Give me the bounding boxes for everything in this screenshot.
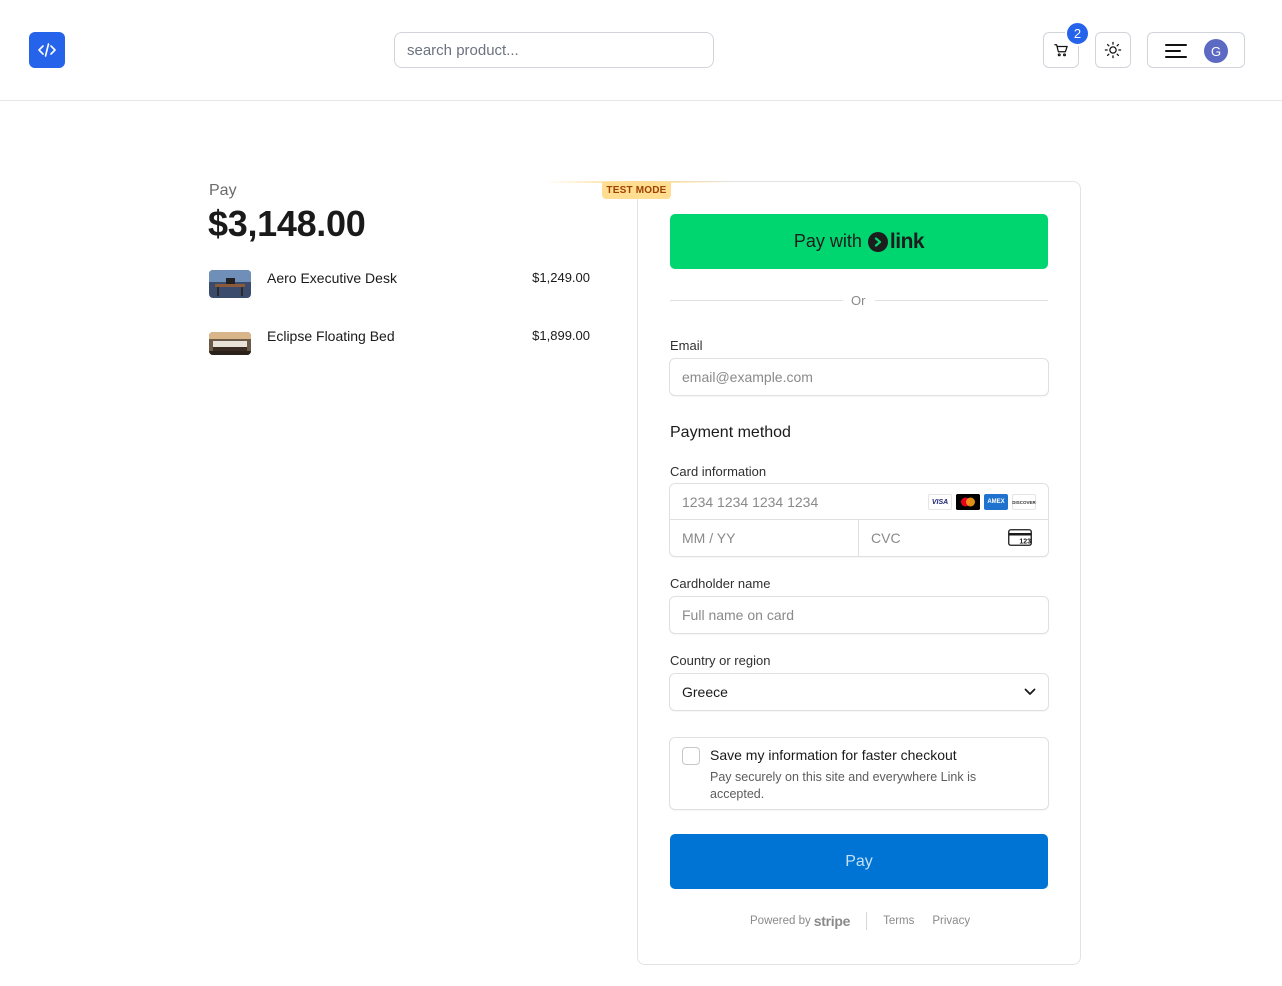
cvc-card-icon: 123 bbox=[1008, 529, 1032, 546]
sun-icon bbox=[1104, 41, 1122, 59]
divider bbox=[670, 300, 843, 301]
save-info-description: Pay securely on this site and everywhere… bbox=[710, 770, 977, 801]
cardholder-name-field[interactable] bbox=[669, 596, 1049, 634]
total-amount: $3,148.00 bbox=[208, 203, 366, 244]
save-info-checkbox[interactable] bbox=[682, 747, 700, 765]
test-mode-badge: TEST MODE bbox=[602, 182, 671, 199]
avatar: G bbox=[1204, 39, 1228, 63]
stripe-footer: Powered by stripe Terms Privacy bbox=[750, 912, 988, 930]
link-arrow-icon bbox=[867, 231, 888, 252]
item-name: Eclipse Floating Bed bbox=[267, 328, 395, 344]
terms-link[interactable]: Terms bbox=[883, 915, 914, 927]
country-select[interactable]: Greece bbox=[669, 673, 1049, 711]
item-price: $1,249.00 bbox=[532, 270, 590, 285]
list-item: Aero Executive Desk $1,249.00 bbox=[209, 270, 590, 300]
email-field[interactable] bbox=[669, 358, 1049, 396]
pay-label: Pay bbox=[209, 182, 237, 199]
list-item: Eclipse Floating Bed $1,899.00 bbox=[209, 328, 590, 358]
item-price: $1,899.00 bbox=[532, 328, 590, 343]
search-input[interactable] bbox=[394, 32, 714, 68]
stripe-logo[interactable]: stripe bbox=[814, 913, 851, 929]
chevron-down-icon bbox=[1024, 688, 1036, 695]
mastercard-icon bbox=[956, 494, 980, 510]
pay-button[interactable]: Pay bbox=[670, 834, 1048, 889]
theme-toggle-button[interactable] bbox=[1095, 32, 1131, 68]
save-info-box: Save my information for faster checkout … bbox=[669, 737, 1049, 810]
link-logo: link bbox=[867, 229, 925, 254]
payment-method-title: Payment method bbox=[670, 424, 791, 441]
product-thumbnail bbox=[209, 332, 251, 355]
card-info-label: Card information bbox=[670, 464, 767, 479]
expiry-field[interactable] bbox=[670, 520, 859, 556]
country-label: Country or region bbox=[670, 653, 771, 668]
link-button-prefix: Pay with bbox=[793, 231, 862, 251]
footer-separator bbox=[866, 912, 868, 930]
cart-icon bbox=[1054, 44, 1068, 57]
country-value: Greece bbox=[682, 684, 728, 700]
powered-by-text: Powered by bbox=[750, 915, 811, 927]
user-menu-button[interactable]: G bbox=[1147, 32, 1245, 68]
card-brands: VISA AMEX DISCOVER bbox=[928, 494, 1036, 510]
card-info-group: VISA AMEX DISCOVER 123 bbox=[669, 483, 1049, 557]
link-brand-text: link bbox=[889, 229, 925, 253]
pay-with-link-button[interactable]: Pay with link bbox=[670, 214, 1048, 269]
divider bbox=[875, 300, 1048, 301]
cardholder-label: Cardholder name bbox=[670, 576, 771, 591]
amex-icon: AMEX bbox=[984, 494, 1008, 510]
email-label: Email bbox=[670, 338, 703, 353]
product-thumbnail bbox=[209, 270, 251, 298]
privacy-link[interactable]: Privacy bbox=[932, 915, 970, 927]
cart-count-badge: 2 bbox=[1065, 21, 1090, 46]
cvc-icon-text: 123 bbox=[1019, 539, 1031, 546]
item-name: Aero Executive Desk bbox=[267, 270, 397, 286]
visa-icon: VISA bbox=[928, 494, 952, 510]
save-info-title: Save my information for faster checkout bbox=[710, 747, 957, 763]
discover-icon: DISCOVER bbox=[1012, 494, 1036, 510]
or-divider-text: Or bbox=[851, 293, 866, 308]
top-navbar: G bbox=[0, 0, 1282, 101]
hamburger-menu-icon bbox=[1165, 44, 1187, 58]
code-logo-icon[interactable] bbox=[29, 32, 65, 68]
